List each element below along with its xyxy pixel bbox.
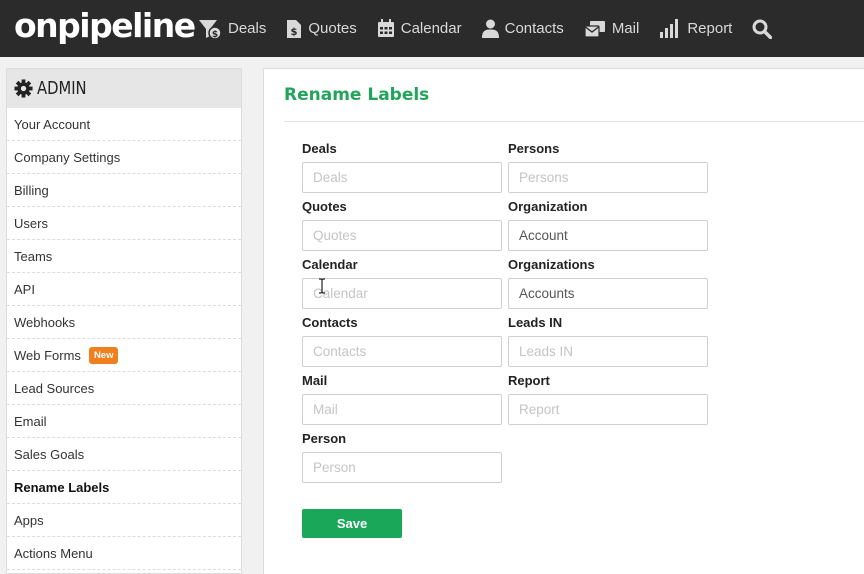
nav-mail[interactable]: Mail bbox=[584, 20, 640, 38]
sidebar-item-label: API bbox=[14, 281, 35, 297]
deals-label: Deals bbox=[302, 141, 337, 156]
title-divider bbox=[284, 121, 864, 122]
sidebar-item-apps[interactable]: Apps bbox=[7, 504, 241, 537]
person-label: Person bbox=[302, 431, 347, 446]
nav-report[interactable]: Report bbox=[659, 19, 732, 38]
main-nav: $ Deals $ Quotes Calendar Contacts Mail … bbox=[198, 0, 773, 57]
sidebar-item-users[interactable]: Users bbox=[7, 207, 241, 240]
quotes-label: Quotes bbox=[302, 199, 347, 214]
sidebar-item-your-account[interactable]: Your Account bbox=[7, 108, 241, 141]
sidebar-item-lead-sources[interactable]: Lead Sources bbox=[7, 372, 241, 405]
deals-funnel-icon: $ bbox=[199, 19, 222, 40]
sidebar-item-sales-goals[interactable]: Sales Goals bbox=[7, 438, 241, 471]
sidebar-title: ADMIN bbox=[37, 78, 87, 99]
sidebar-item-label: Users bbox=[14, 215, 48, 231]
deals-input[interactable] bbox=[302, 162, 502, 193]
sidebar-item-label: Teams bbox=[14, 248, 53, 264]
sidebar-item-label: Web Forms bbox=[14, 347, 81, 363]
nav-quotes[interactable]: $ Quotes bbox=[286, 19, 357, 39]
calendar-input[interactable] bbox=[302, 278, 502, 309]
mail-label: Mail bbox=[302, 373, 328, 388]
quotes-document-icon: $ bbox=[287, 19, 302, 38]
sidebar-item-rename-labels[interactable]: Rename Labels bbox=[7, 471, 241, 504]
gear-icon bbox=[14, 79, 33, 98]
text-cursor-icon bbox=[319, 278, 325, 294]
organizations-label: Organizations bbox=[508, 257, 595, 272]
nav-mail-label: Mail bbox=[611, 20, 640, 37]
new-badge: New bbox=[88, 346, 119, 364]
admin-sidebar: ADMIN Your Account Company Settings Bill… bbox=[6, 68, 242, 574]
sidebar-item-label: Email bbox=[14, 413, 47, 429]
nav-calendar[interactable]: Calendar bbox=[377, 19, 462, 38]
search-icon bbox=[752, 19, 773, 39]
sidebar-item-email[interactable]: Email bbox=[7, 405, 241, 438]
app-logo[interactable]: onpipeline bbox=[14, 6, 196, 45]
sidebar-item-webhooks[interactable]: Webhooks bbox=[7, 306, 241, 339]
quotes-input[interactable] bbox=[302, 220, 502, 251]
contacts-person-icon bbox=[481, 19, 499, 38]
svg-text:$: $ bbox=[212, 30, 218, 40]
sidebar-item-label: Company Settings bbox=[14, 149, 121, 165]
sidebar-item-teams[interactable]: Teams bbox=[7, 240, 241, 273]
organizations-input[interactable] bbox=[508, 278, 708, 309]
sidebar-item-label: Sales Goals bbox=[14, 446, 85, 462]
nav-quotes-label: Quotes bbox=[308, 20, 357, 37]
calendar-label: Calendar bbox=[302, 257, 358, 272]
sidebar-item-label: Apps bbox=[14, 512, 44, 528]
leads-in-input[interactable] bbox=[508, 336, 708, 367]
contacts-input[interactable] bbox=[302, 336, 502, 367]
page-title: Rename Labels bbox=[284, 85, 430, 105]
sidebar-item-label: Billing bbox=[14, 182, 49, 198]
sidebar-item-web-forms[interactable]: Web Forms New bbox=[7, 339, 241, 372]
persons-label: Persons bbox=[508, 141, 560, 156]
sidebar-item-label: Webhooks bbox=[14, 314, 76, 330]
persons-input[interactable] bbox=[508, 162, 708, 193]
mail-icon bbox=[584, 20, 605, 38]
report-bars-icon bbox=[660, 19, 679, 38]
sidebar-item-billing[interactable]: Billing bbox=[7, 174, 241, 207]
sidebar-item-label: Your Account bbox=[14, 116, 91, 132]
person-input[interactable] bbox=[302, 452, 502, 483]
leads-in-label: Leads IN bbox=[508, 315, 563, 330]
mail-input[interactable] bbox=[302, 394, 502, 425]
sidebar-item-api[interactable]: API bbox=[7, 273, 241, 306]
nav-deals[interactable]: $ Deals bbox=[198, 18, 266, 40]
sidebar-item-label: Actions Menu bbox=[14, 545, 93, 561]
save-button[interactable]: Save bbox=[302, 509, 402, 538]
top-navigation-bar: onpipeline $ Deals $ Quotes Calendar Con… bbox=[0, 0, 864, 57]
main-panel: Rename Labels Deals Persons Quotes Organ… bbox=[263, 68, 864, 574]
sidebar-item-company-settings[interactable]: Company Settings bbox=[7, 141, 241, 174]
nav-contacts[interactable]: Contacts bbox=[481, 19, 564, 38]
organization-input[interactable] bbox=[508, 220, 708, 251]
report-label: Report bbox=[508, 373, 550, 388]
sidebar-item-label: Lead Sources bbox=[14, 380, 95, 396]
search-button[interactable] bbox=[752, 19, 773, 39]
svg-text:$: $ bbox=[291, 27, 298, 38]
sidebar-item-label: Rename Labels bbox=[14, 479, 110, 495]
nav-report-label: Report bbox=[687, 20, 733, 37]
report-input[interactable] bbox=[508, 394, 708, 425]
organization-label: Organization bbox=[508, 199, 588, 214]
nav-calendar-label: Calendar bbox=[400, 20, 462, 37]
sidebar-header: ADMIN bbox=[7, 69, 241, 108]
sidebar-item-actions-menu[interactable]: Actions Menu bbox=[7, 537, 241, 570]
calendar-icon bbox=[377, 19, 394, 37]
contacts-label: Contacts bbox=[302, 315, 358, 330]
nav-deals-label: Deals bbox=[228, 20, 267, 37]
nav-contacts-label: Contacts bbox=[504, 20, 564, 37]
